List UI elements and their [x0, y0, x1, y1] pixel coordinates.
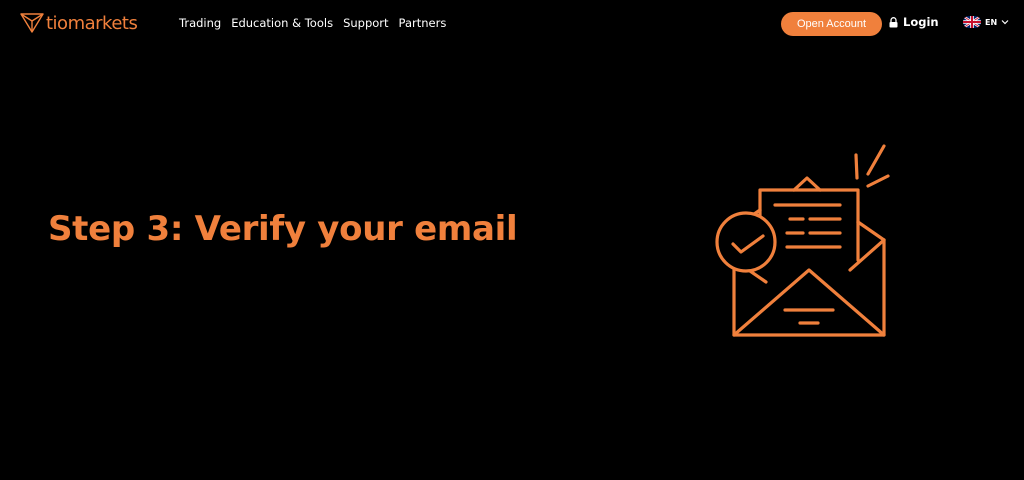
language-selector[interactable]: EN: [963, 16, 1009, 28]
chevron-down-icon: [1001, 20, 1009, 25]
logo-mark-icon: [20, 13, 44, 33]
nav-item-trading[interactable]: Trading: [179, 16, 221, 30]
open-envelope-checkmark-icon: [715, 144, 890, 337]
site-header: tiomarkets Trading Education & Tools Sup…: [0, 0, 1024, 48]
main-nav: Trading Education & Tools Support Partne…: [179, 16, 456, 30]
logo-text: tiomarkets: [46, 12, 138, 34]
open-account-button[interactable]: Open Account: [781, 12, 882, 36]
lock-icon: [889, 16, 898, 27]
page-title: Step 3: Verify your email: [48, 209, 518, 249]
login-link[interactable]: Login: [889, 15, 939, 29]
uk-flag-icon: [963, 16, 981, 28]
login-label: Login: [903, 15, 939, 29]
language-label: EN: [985, 17, 998, 27]
nav-item-education-tools[interactable]: Education & Tools: [231, 16, 333, 30]
nav-item-support[interactable]: Support: [343, 16, 388, 30]
nav-item-partners[interactable]: Partners: [399, 16, 447, 30]
logo[interactable]: tiomarkets: [20, 10, 138, 36]
